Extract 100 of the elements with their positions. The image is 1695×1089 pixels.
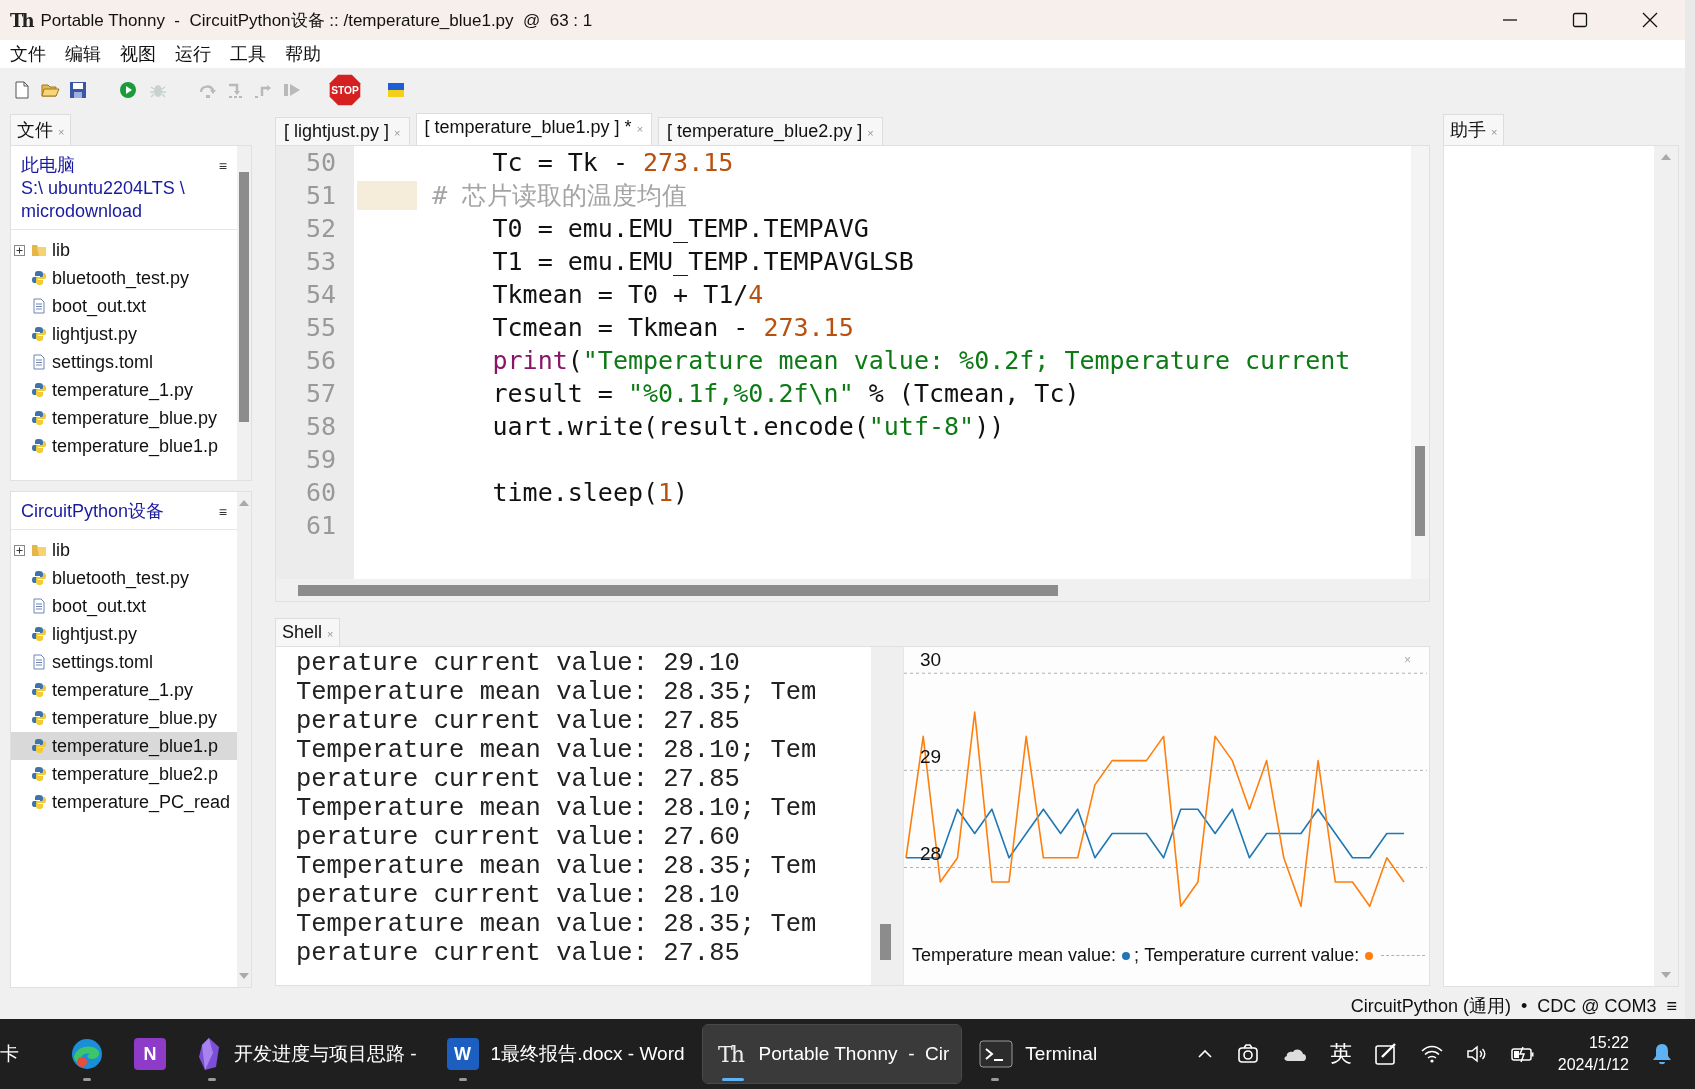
app-icon: Th: [714, 1038, 747, 1070]
code-line: # 芯片读取的温度均值: [431, 181, 688, 210]
scrollbar[interactable]: [1411, 146, 1429, 579]
menu-icon[interactable]: ≡: [1666, 995, 1677, 1017]
python-file-icon: [31, 738, 47, 754]
line-number: 56: [305, 345, 336, 377]
menu-icon[interactable]: ≡: [218, 157, 227, 174]
file-item[interactable]: lightjust.py: [11, 320, 237, 348]
menu-icon[interactable]: ≡: [218, 503, 227, 520]
python-file-icon: [31, 326, 47, 342]
clock-date[interactable]: 2024/1/12: [1557, 1054, 1629, 1076]
file-item[interactable]: temperature_blue2.p: [11, 760, 237, 788]
battery-icon[interactable]: [1509, 1044, 1536, 1064]
file-item[interactable]: lightjust.py: [11, 620, 237, 648]
pen-icon[interactable]: [1373, 1042, 1398, 1066]
scrollbar[interactable]: [237, 146, 251, 480]
file-item[interactable]: bluetooth_test.py: [11, 264, 237, 292]
location-path[interactable]: S:\ ubuntu2204LTS \ microdownload: [21, 177, 227, 223]
file-item[interactable]: settings.toml: [11, 648, 237, 676]
python-file-icon: [31, 682, 47, 698]
menu-item[interactable]: 帮助: [285, 42, 321, 66]
scrollbar[interactable]: [1654, 146, 1678, 986]
bell-icon[interactable]: [1651, 1042, 1673, 1066]
editor-tab[interactable]: [ temperature_blue1.py ] * ×: [415, 113, 653, 145]
file-item[interactable]: boot_out.txt: [11, 592, 237, 620]
line-number: 58: [305, 411, 336, 443]
file-item[interactable]: settings.toml: [11, 348, 237, 376]
close-icon[interactable]: [1641, 11, 1659, 29]
shell-output-line: perature current value: 27.85: [296, 707, 741, 736]
file-item[interactable]: temperature_1.py: [11, 376, 237, 404]
file-item[interactable]: lib: [11, 236, 237, 264]
stop-icon[interactable]: STOP: [328, 73, 362, 107]
python-file-icon: [31, 766, 47, 782]
new-file-icon[interactable]: [12, 80, 32, 100]
menu-item[interactable]: 工具: [230, 42, 266, 66]
expand-icon[interactable]: [13, 244, 25, 256]
taskbar-app[interactable]: 开发进度与项目思路 -: [184, 1025, 429, 1083]
shell-output-line: Temperature mean value: 28.35; Tem: [296, 852, 818, 881]
scroll-up-icon[interactable]: [238, 498, 250, 508]
run-icon[interactable]: [118, 80, 138, 100]
legend-label: Temperature current value:: [1144, 945, 1360, 966]
panel-tab[interactable]: 文件 ×: [10, 114, 72, 145]
clock-time[interactable]: 15:22: [1588, 1032, 1629, 1054]
location-title[interactable]: 此电脑: [21, 154, 75, 177]
taskbar-app[interactable]: Th Portable Thonny - Cir: [702, 1025, 962, 1083]
panel-tab[interactable]: Shell ×: [275, 618, 341, 646]
location-title[interactable]: CircuitPython设备: [21, 500, 165, 523]
wifi-icon[interactable]: [1419, 1044, 1444, 1064]
file-item[interactable]: temperature_blue.py: [11, 404, 237, 432]
maximize-icon[interactable]: [1571, 11, 1589, 29]
shell-output-line: Temperature mean value: 28.10; Tem: [296, 736, 818, 765]
python-file-icon: [31, 410, 47, 426]
menu-item[interactable]: 视图: [120, 42, 156, 66]
line-number: 54: [305, 279, 336, 311]
expand-icon[interactable]: [13, 544, 25, 556]
speaker-icon[interactable]: [1465, 1044, 1488, 1064]
file-item[interactable]: temperature_blue1.p: [11, 432, 237, 460]
file-item[interactable]: temperature_1.py: [11, 676, 237, 704]
file-item[interactable]: temperature_blue1.p: [11, 732, 237, 760]
flag-icon[interactable]: [386, 80, 406, 100]
panel-tab[interactable]: 助手 ×: [1443, 114, 1505, 145]
file-item[interactable]: boot_out.txt: [11, 292, 237, 320]
scroll-up-icon[interactable]: [1660, 152, 1672, 162]
taskbar-app[interactable]: Terminal: [967, 1025, 1110, 1083]
shell-output-line: perature current value: 27.85: [296, 939, 741, 968]
file-item[interactable]: lib: [11, 536, 237, 564]
python-file-icon: [31, 382, 47, 398]
editor-tab[interactable]: [ lightjust.py ] ×: [275, 117, 410, 145]
scroll-down-icon[interactable]: [238, 971, 250, 981]
text-file-icon: [31, 654, 47, 670]
taskbar-app[interactable]: W 1最终报告.docx - Word: [434, 1025, 697, 1083]
taskbar-app[interactable]: N: [122, 1025, 178, 1083]
camera-icon[interactable]: [1235, 1042, 1260, 1066]
menu-item[interactable]: 运行: [175, 42, 211, 66]
menu-item[interactable]: 文件: [10, 42, 46, 66]
scrollbar[interactable]: [276, 579, 1429, 601]
scrollbar[interactable]: [237, 492, 251, 987]
notes-app-icon: N: [134, 1038, 166, 1070]
file-item[interactable]: temperature_blue.py: [11, 704, 237, 732]
save-icon[interactable]: [68, 80, 88, 100]
menu-item[interactable]: 编辑: [65, 42, 101, 66]
folder-icon: [31, 542, 47, 558]
taskbar-label[interactable]: 卡: [0, 1041, 58, 1067]
shell-output-line: perature current value: 29.10: [296, 649, 741, 678]
interpreter-label[interactable]: CircuitPython (通用): [1350, 994, 1511, 1018]
file-item[interactable]: bluetooth_test.py: [11, 564, 237, 592]
line-number: 59: [305, 444, 336, 476]
editor-tab[interactable]: [ temperature_blue2.py ] ×: [658, 117, 883, 145]
shell-output-line: Temperature mean value: 28.35; Tem: [296, 910, 818, 939]
shell-output-line: perature current value: 27.60: [296, 823, 741, 852]
file-item[interactable]: temperature_PC_read: [11, 788, 237, 816]
python-file-icon: [31, 270, 47, 286]
code-line: Tcmean = Tkmean - 273.15: [491, 313, 854, 342]
terminal-icon: [979, 1040, 1014, 1068]
legend-label: Temperature mean value:: [912, 945, 1117, 966]
port-label[interactable]: CDC @ COM3: [1537, 995, 1657, 1017]
input-method-indicator[interactable]: 英: [1329, 1039, 1352, 1069]
scroll-down-icon[interactable]: [1660, 970, 1672, 980]
python-file-icon: [31, 626, 47, 642]
code-line: time.sleep(1): [491, 478, 689, 507]
